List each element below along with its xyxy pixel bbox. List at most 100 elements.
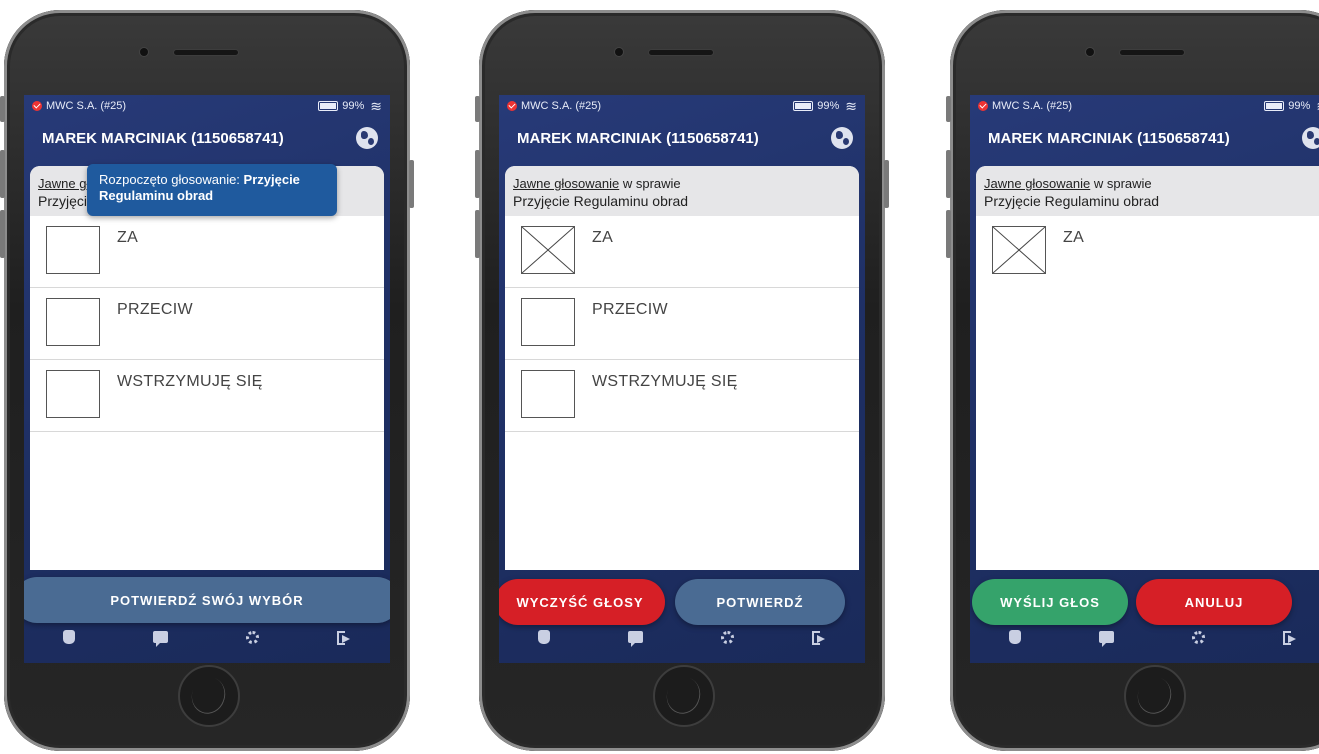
check-icon xyxy=(507,101,517,111)
org-label: MWC S.A. (#25) xyxy=(521,100,602,112)
user-header: MAREK MARCINIAK (1150658741) xyxy=(24,123,390,153)
battery-icon xyxy=(1264,101,1285,111)
home-button[interactable] xyxy=(1124,665,1186,727)
vote-subject: Przyjęcie Regulaminu obrad xyxy=(984,193,1160,209)
battery-icon xyxy=(318,101,339,111)
vote-header: Jawne głosowanie w sprawie Przyjęcie Reg… xyxy=(505,166,859,216)
toast-prefix: Rozpoczęto głosowanie: xyxy=(99,172,244,187)
vote-header: Jawne głosowanie w sprawie Przyjęcie Reg… xyxy=(976,166,1319,216)
battery-level: 99% xyxy=(342,100,365,112)
chat-icon[interactable] xyxy=(1099,631,1114,647)
app-screen: MWC S.A. (#25) 99% ≋ MAREK MARCINIAK (11… xyxy=(499,95,865,663)
vote-subject: Przyjęcie Regulaminu obrad xyxy=(513,193,689,209)
phone-frame-1: MWC S.A. (#25) 99% ≋ MAREK MARCINIAK (11… xyxy=(0,10,414,751)
user-header: MAREK MARCINIAK (1150658741) xyxy=(970,123,1319,153)
vote-suffix: w sprawie xyxy=(619,176,681,191)
front-camera xyxy=(1086,48,1094,56)
earpiece-speaker xyxy=(1120,50,1184,55)
selected-option-za: ZA xyxy=(976,216,1319,287)
hand-icon[interactable] xyxy=(538,630,550,644)
front-camera xyxy=(615,48,623,56)
volume-down-button xyxy=(946,210,951,258)
status-bar: MWC S.A. (#25) 99% ≋ xyxy=(499,95,865,117)
bottom-nav xyxy=(24,619,390,655)
vote-type-link[interactable]: Jawne głosowanie xyxy=(984,176,1090,191)
option-label-za: ZA xyxy=(592,229,614,246)
battery-level: 99% xyxy=(1288,100,1311,112)
gear-icon[interactable] xyxy=(1192,630,1205,644)
user-header: MAREK MARCINIAK (1150658741) xyxy=(499,123,865,153)
vote-card: Jawne głosowanie w sprawie Przyjęcie Reg… xyxy=(30,166,384,570)
vote-started-toast: Rozpoczęto głosowanie: Przyjęcie Regulam… xyxy=(87,164,337,216)
user-name: MAREK MARCINIAK (1150658741) xyxy=(517,129,759,147)
mute-switch xyxy=(0,96,5,122)
check-icon xyxy=(978,101,988,111)
vote-card: Jawne głosowanie w sprawie Przyjęcie Reg… xyxy=(976,166,1319,570)
check-icon xyxy=(32,101,42,111)
mute-switch xyxy=(946,96,951,122)
bottom-nav xyxy=(970,619,1319,655)
logout-icon[interactable] xyxy=(337,631,351,645)
status-bar: MWC S.A. (#25) 99% ≋ xyxy=(970,95,1319,117)
volume-down-button xyxy=(0,210,5,258)
checkbox-wstrzymuje[interactable] xyxy=(46,370,100,418)
confirm-choice-button[interactable]: POTWIERDŹ SWÓJ WYBÓR xyxy=(24,577,390,623)
home-button[interactable] xyxy=(178,665,240,727)
option-za[interactable]: ZA xyxy=(505,216,859,288)
option-przeciw[interactable]: PRZECIW xyxy=(30,288,384,360)
checkbox-za[interactable] xyxy=(46,226,100,274)
checkbox-przeciw[interactable] xyxy=(46,298,100,346)
option-label-wstrzymuje: WSTRZYMUJĘ SIĘ xyxy=(117,373,263,390)
language-globe-icon[interactable] xyxy=(831,127,853,149)
option-label-wstrzymuje: WSTRZYMUJĘ SIĘ xyxy=(592,373,738,390)
hand-icon[interactable] xyxy=(63,630,75,644)
volume-up-button xyxy=(0,150,5,198)
option-za[interactable]: ZA xyxy=(30,216,384,288)
option-przeciw[interactable]: PRZECIW xyxy=(505,288,859,360)
org-label: MWC S.A. (#25) xyxy=(46,100,127,112)
battery-icon xyxy=(793,101,814,111)
checkbox-przeciw[interactable] xyxy=(521,298,575,346)
cross-mark-icon xyxy=(993,227,1045,273)
logout-icon[interactable] xyxy=(812,631,826,645)
checkbox-wstrzymuje[interactable] xyxy=(521,370,575,418)
vote-type-link[interactable]: Jawne głosowanie xyxy=(513,176,619,191)
vote-suffix: w sprawie xyxy=(1090,176,1152,191)
cross-mark-icon xyxy=(522,227,574,273)
checkbox-za-checked xyxy=(992,226,1046,274)
app-screen: MWC S.A. (#25) 99% ≋ MAREK MARCINIAK (11… xyxy=(970,95,1319,663)
logout-icon[interactable] xyxy=(1283,631,1297,645)
earpiece-speaker xyxy=(174,50,238,55)
chat-icon[interactable] xyxy=(153,631,168,647)
user-name: MAREK MARCINIAK (1150658741) xyxy=(42,129,284,147)
language-globe-icon[interactable] xyxy=(356,127,378,149)
power-button xyxy=(409,160,414,208)
earpiece-speaker xyxy=(649,50,713,55)
option-label-przeciw: PRZECIW xyxy=(117,301,193,318)
option-label-przeciw: PRZECIW xyxy=(592,301,668,318)
language-globe-icon[interactable] xyxy=(1302,127,1319,149)
option-wstrzymuje[interactable]: WSTRZYMUJĘ SIĘ xyxy=(505,360,859,432)
wifi-icon: ≋ xyxy=(370,97,382,114)
wifi-icon: ≋ xyxy=(845,97,857,114)
gear-icon[interactable] xyxy=(246,630,259,644)
gear-icon[interactable] xyxy=(721,630,734,644)
org-label: MWC S.A. (#25) xyxy=(992,100,1073,112)
option-label-za: ZA xyxy=(117,229,139,246)
user-name: MAREK MARCINIAK (1150658741) xyxy=(988,129,1230,147)
battery-level: 99% xyxy=(817,100,840,112)
option-wstrzymuje[interactable]: WSTRZYMUJĘ SIĘ xyxy=(30,360,384,432)
phone-frame-3: MWC S.A. (#25) 99% ≋ MAREK MARCINIAK (11… xyxy=(946,10,1319,751)
mute-switch xyxy=(475,96,480,122)
app-screen: MWC S.A. (#25) 99% ≋ MAREK MARCINIAK (11… xyxy=(24,95,390,663)
chat-icon[interactable] xyxy=(628,631,643,647)
hand-icon[interactable] xyxy=(1009,630,1021,644)
checkbox-za-checked[interactable] xyxy=(521,226,575,274)
bottom-nav xyxy=(499,619,865,655)
volume-up-button xyxy=(946,150,951,198)
volume-up-button xyxy=(475,150,480,198)
volume-down-button xyxy=(475,210,480,258)
home-button[interactable] xyxy=(653,665,715,727)
front-camera xyxy=(140,48,148,56)
status-bar: MWC S.A. (#25) 99% ≋ xyxy=(24,95,390,117)
